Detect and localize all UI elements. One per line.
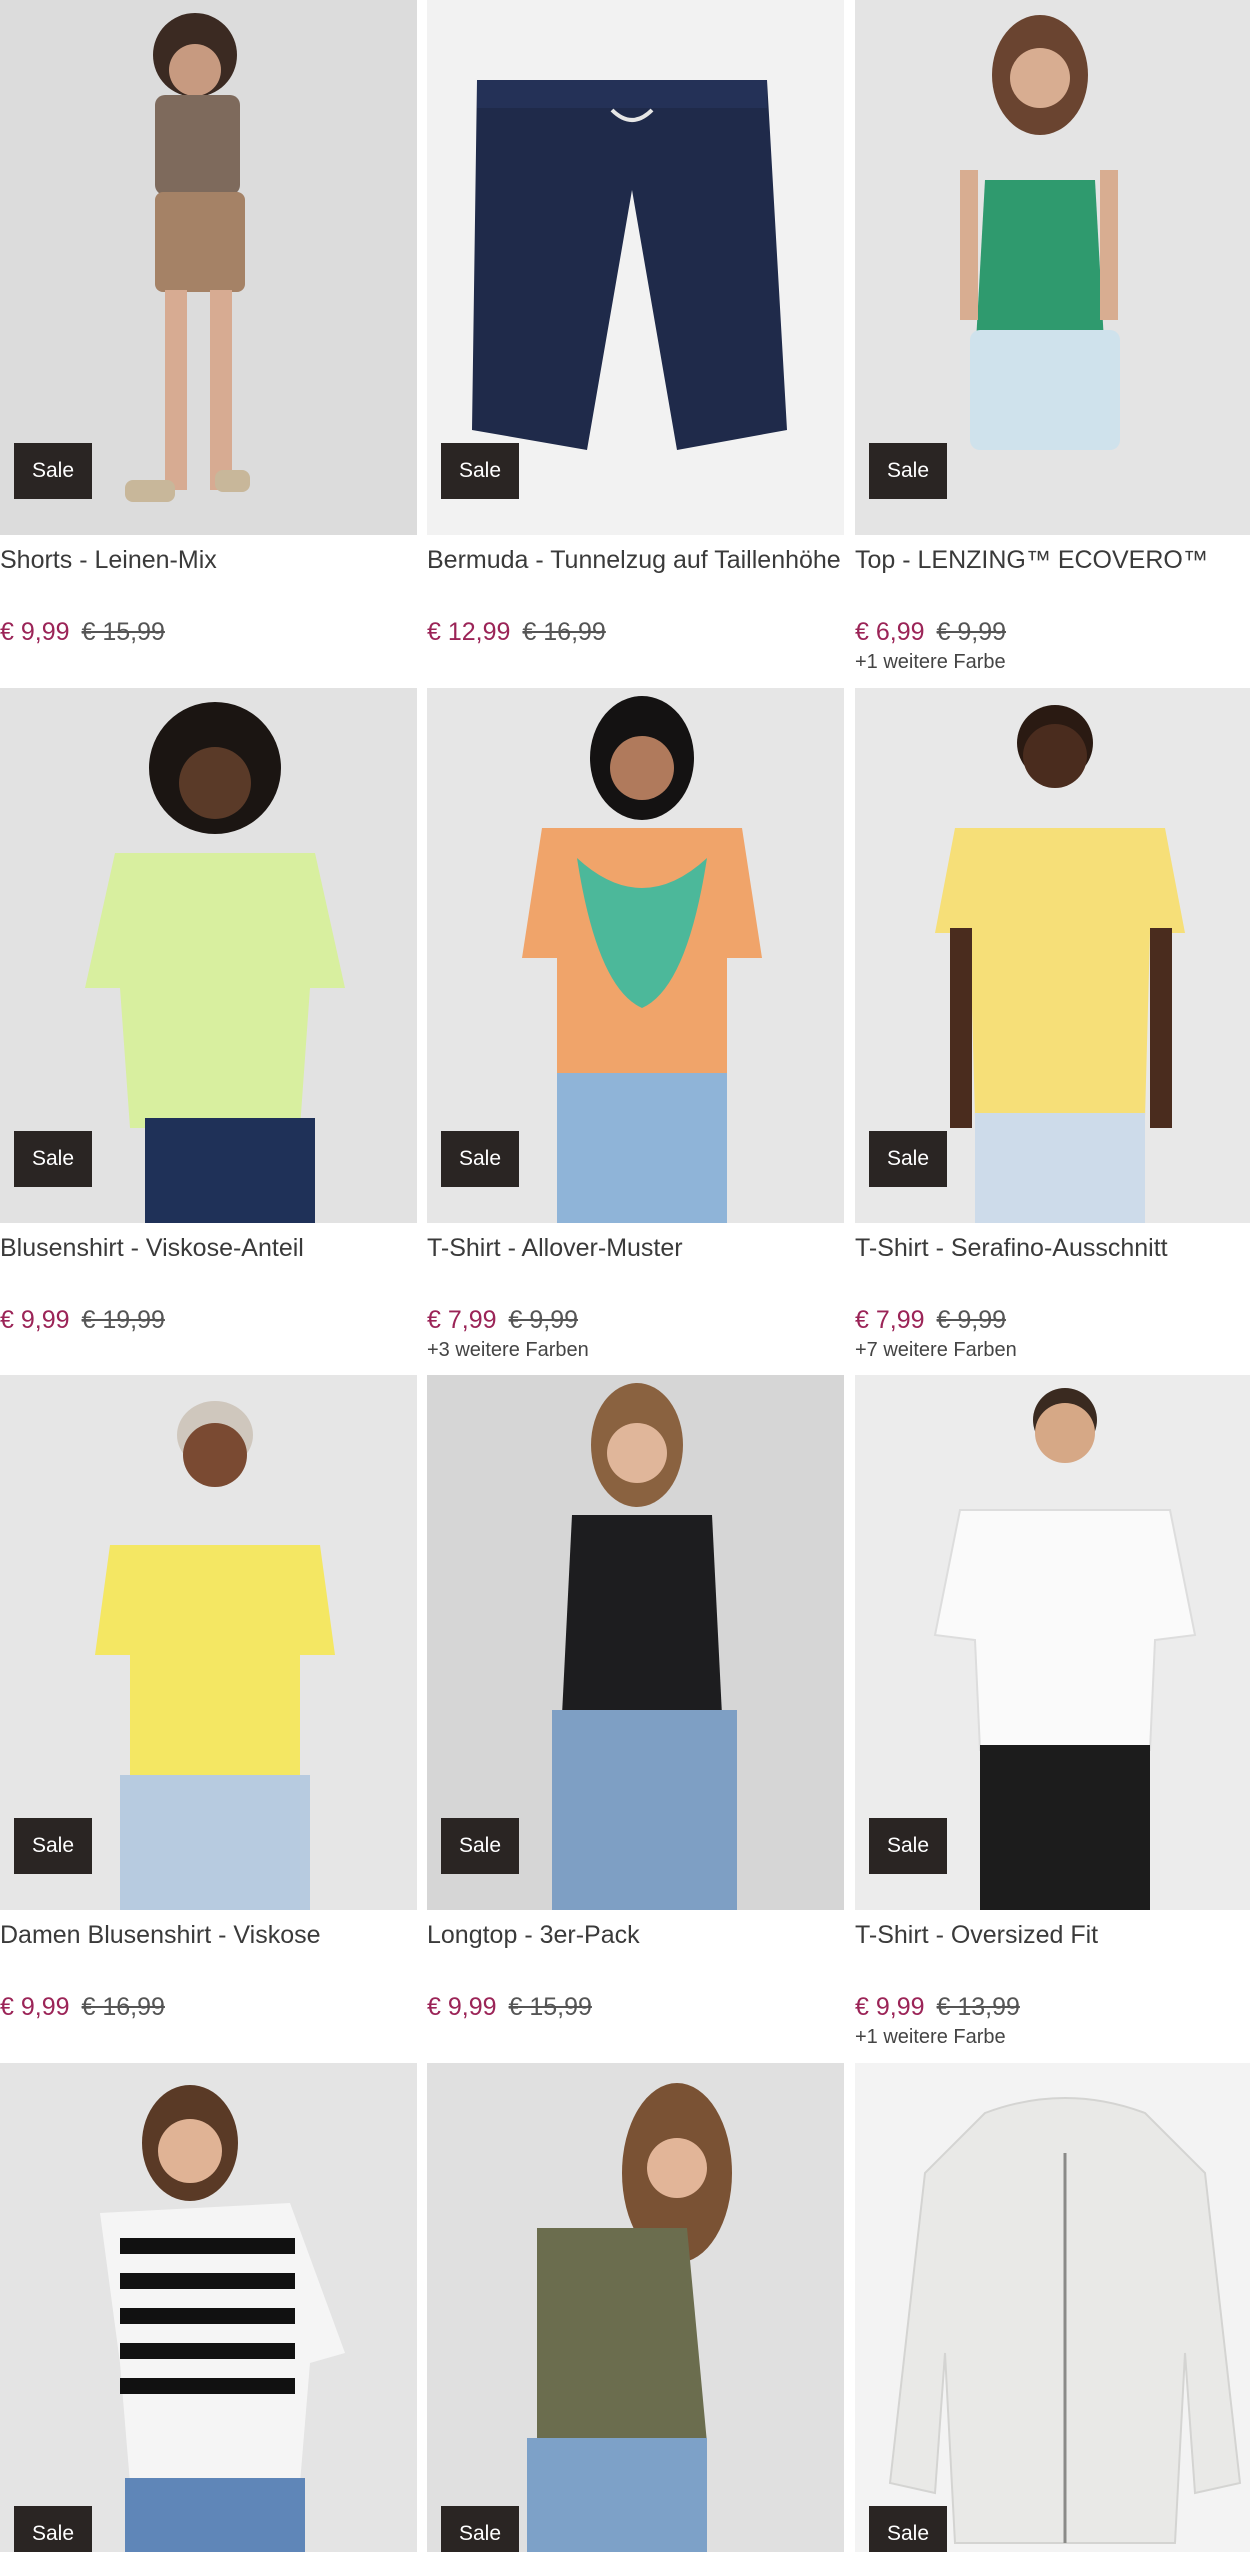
current-price: € 7,99 [855, 1306, 925, 1334]
more-colors-link[interactable]: +7 weitere Farben [855, 1339, 1250, 1362]
product-image[interactable]: Sale [855, 688, 1250, 1223]
model-photo-placeholder [527, 2083, 732, 2552]
product-image[interactable]: Sale [855, 0, 1250, 535]
current-price: € 9,99 [0, 618, 70, 646]
product-title[interactable]: Bermuda - Tunnelzug auf Taillenhöhe [427, 543, 844, 611]
old-price: € 19,99 [81, 1306, 165, 1334]
sale-badge: Sale [869, 1818, 947, 1874]
current-price: € 7,99 [427, 1306, 497, 1334]
product-card[interactable]: Sale Top - LENZING™ ECOVERO™ € 6,99 € 9,9… [855, 0, 1250, 674]
current-price: € 9,99 [0, 1993, 70, 2021]
price-row: € 12,99 € 16,99 [427, 615, 844, 649]
product-title[interactable]: Damen Blusenshirt - Viskose [0, 1918, 417, 1986]
current-price: € 12,99 [427, 618, 511, 646]
old-price: € 9,99 [936, 618, 1007, 646]
sale-badge: Sale [14, 443, 92, 499]
price-row: € 9,99 € 19,99 [0, 1303, 417, 1337]
current-price: € 9,99 [427, 1993, 497, 2021]
product-card[interactable]: Sale T-Shirt - Serafino-Ausschnitt € 7,9… [855, 688, 1250, 1362]
product-card[interactable]: Sale Longtop - 3er-Pack € 9,99 € 15,99 [427, 1375, 844, 2024]
price-row: € 9,99 € 13,99 [855, 1990, 1250, 2024]
more-colors-link[interactable]: +3 weitere Farben [427, 1339, 844, 1362]
product-grid: Sale Shorts - Leinen-Mix € 9,99 € 15,99 S… [0, 0, 1250, 2552]
price-row: € 7,99 € 9,99 [855, 1303, 1250, 1337]
price-row: € 6,99 € 9,99 [855, 615, 1250, 649]
hoodie-photo-placeholder [888, 2097, 1242, 2544]
more-colors-link[interactable]: +1 weitere Farbe [855, 2026, 1250, 2049]
product-image[interactable]: Sale [0, 0, 417, 535]
product-card[interactable]: Sale [427, 2063, 844, 2552]
current-price: € 9,99 [0, 1306, 70, 1334]
sale-badge: Sale [441, 1818, 519, 1874]
sale-badge: Sale [14, 1131, 92, 1187]
old-price: € 16,99 [522, 618, 606, 646]
product-title[interactable]: T-Shirt - Serafino-Ausschnitt [855, 1231, 1250, 1299]
product-title[interactable]: T-Shirt - Allover-Muster [427, 1231, 844, 1299]
sale-badge: Sale [441, 443, 519, 499]
sale-badge: Sale [869, 1131, 947, 1187]
current-price: € 9,99 [855, 1993, 925, 2021]
product-image[interactable]: Sale [427, 688, 844, 1223]
old-price: € 16,99 [81, 1993, 165, 2021]
product-image[interactable]: Sale [427, 2063, 844, 2552]
product-title[interactable]: T-Shirt - Oversized Fit [855, 1918, 1250, 1986]
product-image[interactable]: Sale [427, 0, 844, 535]
product-image[interactable]: Sale [855, 1375, 1250, 1910]
product-title[interactable]: Shorts - Leinen-Mix [0, 543, 417, 611]
sale-badge: Sale [441, 1131, 519, 1187]
sale-badge: Sale [869, 2506, 947, 2552]
price-row: € 9,99 € 16,99 [0, 1990, 417, 2024]
price-row: € 7,99 € 9,99 [427, 1303, 844, 1337]
product-card[interactable]: Sale T-Shirt - Allover-Muster € 7,99 € 9,… [427, 688, 844, 1362]
sale-badge: Sale [869, 443, 947, 499]
product-card[interactable]: Sale [855, 2063, 1250, 2552]
old-price: € 13,99 [936, 1993, 1020, 2021]
sale-badge: Sale [14, 1818, 92, 1874]
price-row: € 9,99 € 15,99 [427, 1990, 844, 2024]
product-image[interactable]: Sale [427, 1375, 844, 1910]
current-price: € 6,99 [855, 618, 925, 646]
product-image[interactable]: Sale [0, 688, 417, 1223]
model-photo-placeholder [100, 2085, 345, 2552]
sale-badge: Sale [14, 2506, 92, 2552]
product-card[interactable]: Sale Shorts - Leinen-Mix € 9,99 € 15,99 [0, 0, 417, 649]
old-price: € 9,99 [508, 1306, 579, 1334]
price-row: € 9,99 € 15,99 [0, 615, 417, 649]
product-title[interactable]: Blusenshirt - Viskose-Anteil [0, 1231, 417, 1299]
product-card[interactable]: Sale [0, 2063, 417, 2552]
old-price: € 9,99 [936, 1306, 1007, 1334]
product-card[interactable]: Sale Bermuda - Tunnelzug auf Taillenhöhe… [427, 0, 844, 649]
product-title[interactable]: Longtop - 3er-Pack [427, 1918, 844, 1986]
product-image[interactable]: Sale [0, 1375, 417, 1910]
product-title[interactable]: Top - LENZING™ ECOVERO™ [855, 543, 1250, 611]
product-image[interactable]: Sale [855, 2063, 1250, 2552]
product-card[interactable]: Sale Damen Blusenshirt - Viskose € 9,99 €… [0, 1375, 417, 2024]
product-image[interactable]: Sale [0, 2063, 417, 2552]
product-card[interactable]: Sale Blusenshirt - Viskose-Anteil € 9,99… [0, 688, 417, 1337]
old-price: € 15,99 [508, 1993, 592, 2021]
more-colors-link[interactable]: +1 weitere Farbe [855, 651, 1250, 674]
old-price: € 15,99 [81, 618, 165, 646]
product-card[interactable]: Sale T-Shirt - Oversized Fit € 9,99 € 13,… [855, 1375, 1250, 2049]
sale-badge: Sale [441, 2506, 519, 2552]
